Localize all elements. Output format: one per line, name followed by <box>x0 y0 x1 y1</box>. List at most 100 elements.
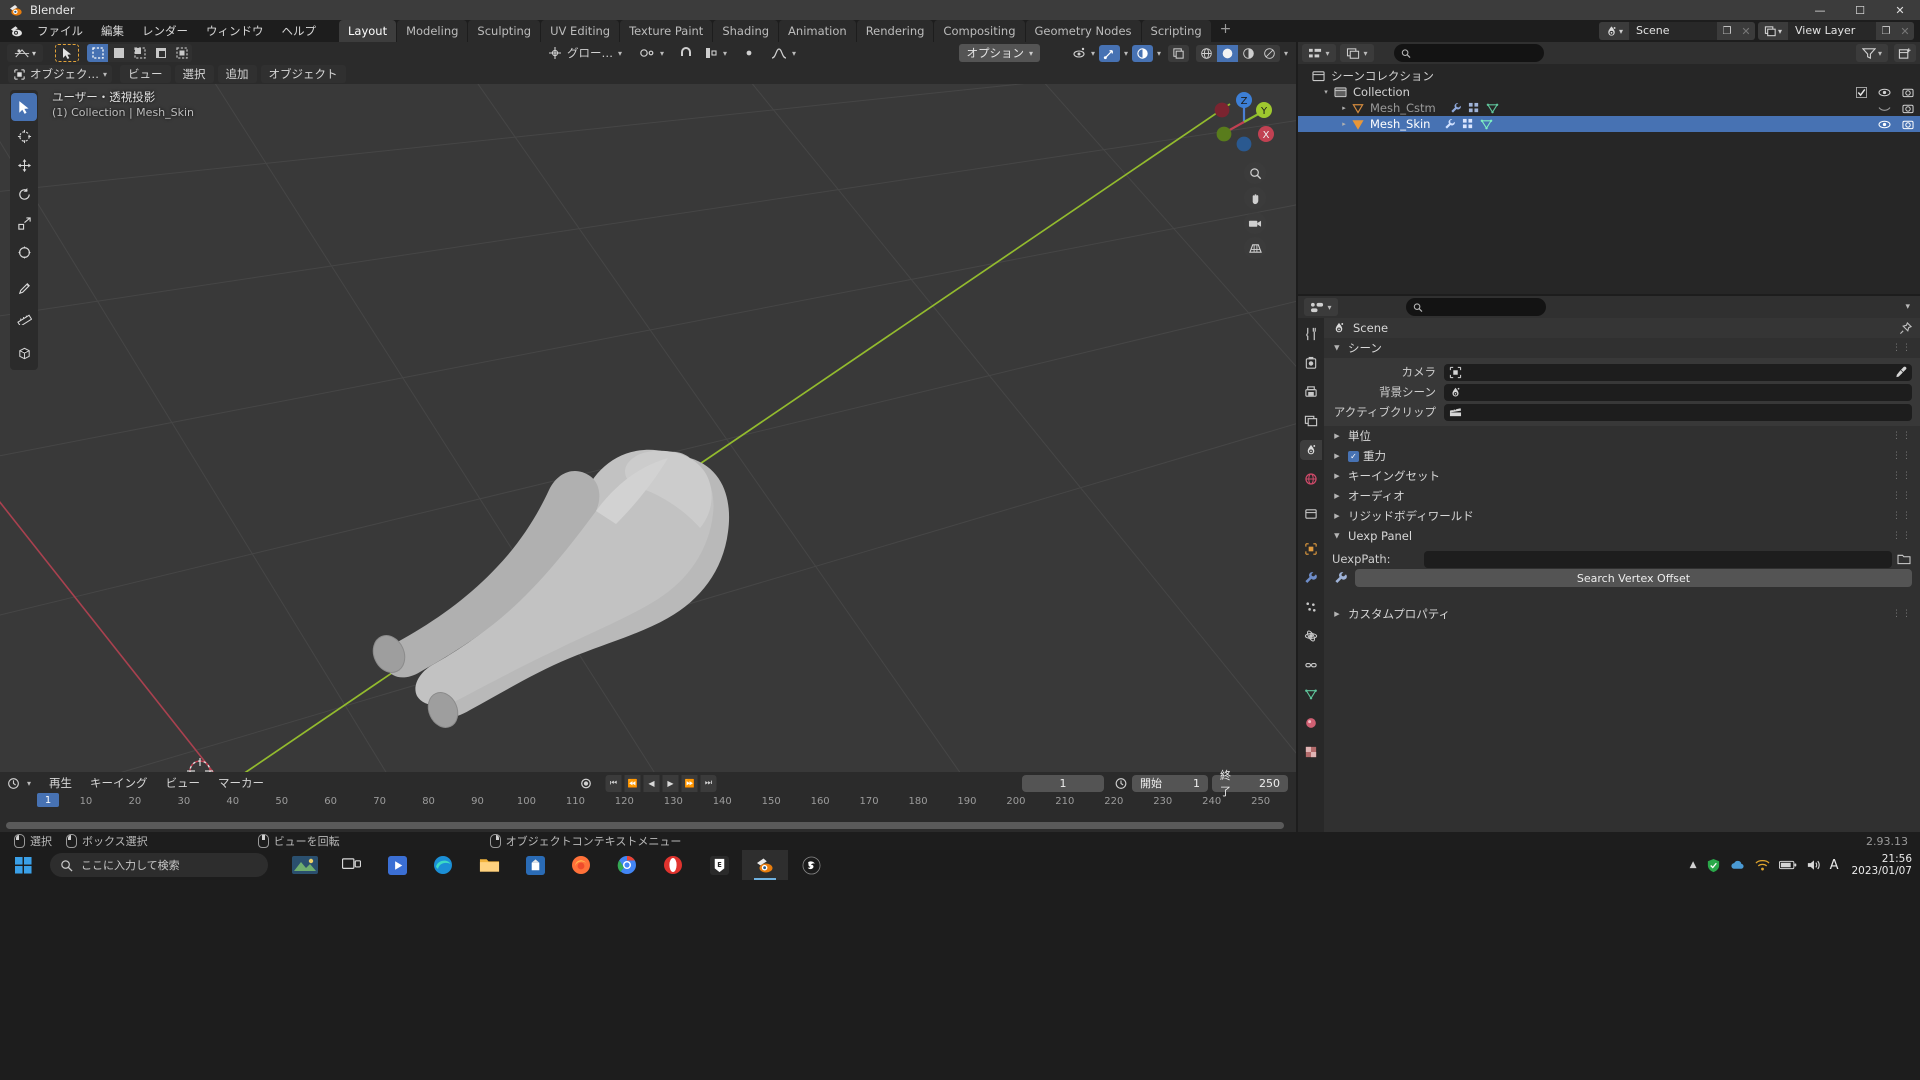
tab-rendering[interactable]: Rendering <box>856 20 934 42</box>
annotate-tool[interactable] <box>11 274 37 302</box>
taskbar-clock[interactable]: 21:56 2023/01/07 <box>1851 853 1912 877</box>
properties-options-chevron-icon[interactable]: ▾ <box>1905 302 1914 312</box>
panel-header-keying-sets[interactable]: ▶ キーイングセット ⋮⋮ <box>1324 466 1920 486</box>
scene-unlink-button[interactable]: ✕ <box>1737 22 1755 40</box>
play-reverse-button[interactable]: ◀ <box>643 774 660 792</box>
tab-scripting[interactable]: Scripting <box>1141 20 1211 42</box>
material-preview-icon[interactable] <box>1238 45 1259 62</box>
add-workspace-button[interactable]: + <box>1212 20 1240 42</box>
panel-header-scene[interactable]: ▶ シーン ⋮⋮ <box>1324 338 1920 358</box>
close-button[interactable]: ✕ <box>1880 0 1920 20</box>
panel-expander-keying-sets[interactable]: ▶ <box>1332 472 1342 480</box>
prev-keyframe-button[interactable]: ⏪ <box>624 774 641 792</box>
panel-header-units[interactable]: ▶ 単位 ⋮⋮ <box>1324 426 1920 446</box>
battery-icon[interactable] <box>1778 859 1797 871</box>
uexp-path-input[interactable] <box>1424 550 1892 568</box>
outliner-search-input[interactable] <box>1414 47 1537 59</box>
properties-search-box[interactable] <box>1406 298 1546 316</box>
active-clip-field[interactable] <box>1444 403 1912 421</box>
cursor-tool[interactable] <box>11 122 37 150</box>
add-cube-tool[interactable] <box>11 339 37 367</box>
select-mode-group[interactable] <box>87 44 192 62</box>
overlays-toggle-icon[interactable] <box>1131 44 1153 62</box>
field-row-camera[interactable]: カメラ <box>1324 362 1920 382</box>
panel-grip-icon-3[interactable]: ⋮⋮ <box>1892 451 1912 461</box>
jump-to-end-button[interactable]: ⏭ <box>700 774 717 792</box>
outliner-row-toggles-mesh-cstm[interactable] <box>1878 103 1914 114</box>
menu-render[interactable]: レンダー <box>133 21 197 41</box>
shield-icon[interactable] <box>1706 858 1721 873</box>
panel-grip-icon-6[interactable]: ⋮⋮ <box>1892 511 1912 521</box>
search-vertex-offset-row[interactable]: Search Vertex Offset <box>1324 569 1920 587</box>
tab-data[interactable] <box>1300 684 1322 704</box>
search-vertex-offset-button[interactable]: Search Vertex Offset <box>1355 569 1912 587</box>
eye-closed-icon[interactable] <box>1878 103 1891 114</box>
tab-object[interactable] <box>1300 539 1322 559</box>
transform-orientation-icon[interactable] <box>548 46 562 60</box>
background-scene-field[interactable] <box>1444 383 1912 401</box>
play-button[interactable]: ▶ <box>662 774 679 792</box>
panel-expander-custom-properties[interactable]: ▶ <box>1332 610 1342 618</box>
view-layer-icon[interactable]: ▾ <box>1758 22 1788 40</box>
field-row-uexp-path[interactable]: UexpPath: <box>1324 549 1920 569</box>
chrome-icon[interactable] <box>604 850 650 880</box>
object-data-icon[interactable] <box>1468 102 1480 114</box>
measure-tool[interactable] <box>11 303 37 331</box>
camera-render-icon[interactable] <box>1902 87 1914 98</box>
panel-header-uexp[interactable]: ▶ Uexp Panel ⋮⋮ <box>1324 526 1920 546</box>
chevron-down-icon-4[interactable]: ▾ <box>792 49 796 58</box>
outliner-row-toggles-mesh-skin[interactable] <box>1878 119 1914 130</box>
wireframe-shading-icon[interactable] <box>1196 45 1217 62</box>
mesh-data-icon[interactable] <box>1486 102 1499 114</box>
chevron-down-icon-2[interactable]: ▾ <box>660 49 664 58</box>
timeline-playhead[interactable]: 1 <box>37 793 59 807</box>
scene-copy-button[interactable]: ❐ <box>1717 22 1737 40</box>
tab-particles[interactable] <box>1300 597 1322 617</box>
tab-world[interactable] <box>1300 469 1322 489</box>
mesh-data-icon-2[interactable] <box>1480 118 1493 130</box>
eyedropper-icon[interactable] <box>1895 366 1907 378</box>
editor-type-selector[interactable]: ▾ <box>7 44 43 62</box>
tab-sculpting[interactable]: Sculpting <box>468 20 541 42</box>
chevron-down-icon-7[interactable]: ▾ <box>1124 49 1128 58</box>
panel-header-custom-properties[interactable]: ▶ カスタムプロパティ ⋮⋮ <box>1324 604 1920 624</box>
windows-start-icon[interactable] <box>0 850 46 880</box>
viewport-canvas[interactable] <box>0 84 1296 772</box>
panel-expander-scene[interactable]: ▶ <box>1333 343 1341 353</box>
timeline-menu-view[interactable]: ビュー <box>158 773 209 793</box>
outliner-filter-button[interactable]: ▾ <box>1856 44 1888 62</box>
navigation-gizmo[interactable]: Z Y X <box>1210 88 1278 156</box>
start-frame-field[interactable]: 開始 1 <box>1132 774 1208 792</box>
timeline-menu-marker[interactable]: マーカー <box>210 773 272 793</box>
pin-icon[interactable] <box>1899 321 1912 335</box>
zoom-icon[interactable] <box>1244 162 1266 184</box>
field-row-active-clip[interactable]: アクティブクリップ <box>1324 402 1920 422</box>
store-icon[interactable] <box>512 850 558 880</box>
timeline-editor-type-icon[interactable] <box>6 777 21 790</box>
modifier-wrench-icon[interactable] <box>1450 102 1462 114</box>
tab-output[interactable] <box>1300 382 1322 402</box>
ortho-perspective-icon[interactable] <box>1244 237 1266 259</box>
panel-grip-icon-5[interactable]: ⋮⋮ <box>1892 491 1912 501</box>
tab-animation[interactable]: Animation <box>779 20 856 42</box>
maximize-button[interactable]: ☐ <box>1840 0 1880 20</box>
camera-view-icon[interactable] <box>1244 212 1266 234</box>
viewport-3d[interactable]: ▾ グロー… ▾ ▾ ▾ ▾ オプション ▾ ▾ ▾ ▾ ▾ オブジェク… ▾ … <box>0 42 1296 772</box>
properties-editor-type-button[interactable]: ▾ <box>1304 298 1338 316</box>
snap-target-icon[interactable] <box>704 46 718 60</box>
panel-expander-uexp[interactable]: ▶ <box>1333 531 1341 541</box>
solid-shading-icon[interactable] <box>1216 44 1238 62</box>
snap-pivot-icon[interactable] <box>639 46 655 60</box>
opera-icon[interactable] <box>650 850 696 880</box>
end-frame-field[interactable]: 終了 250 <box>1212 769 1288 798</box>
tab-material[interactable] <box>1300 713 1322 733</box>
edge-icon[interactable] <box>420 850 466 880</box>
jump-to-start-button[interactable]: ⏮ <box>605 774 622 792</box>
eye-icon[interactable] <box>1878 87 1891 98</box>
properties-tab-strip[interactable] <box>1298 318 1324 841</box>
scene-selector[interactable]: ▾ Scene ❐ ✕ <box>1599 22 1755 40</box>
menu-help[interactable]: ヘルプ <box>273 21 326 41</box>
tab-modifier[interactable] <box>1300 568 1322 588</box>
task-view-icon[interactable] <box>328 850 374 880</box>
timeline-ruler[interactable]: 10 20 30 40 50 60 70 80 90 100 110 120 130 140 150 160 1… <box>0 794 1296 812</box>
